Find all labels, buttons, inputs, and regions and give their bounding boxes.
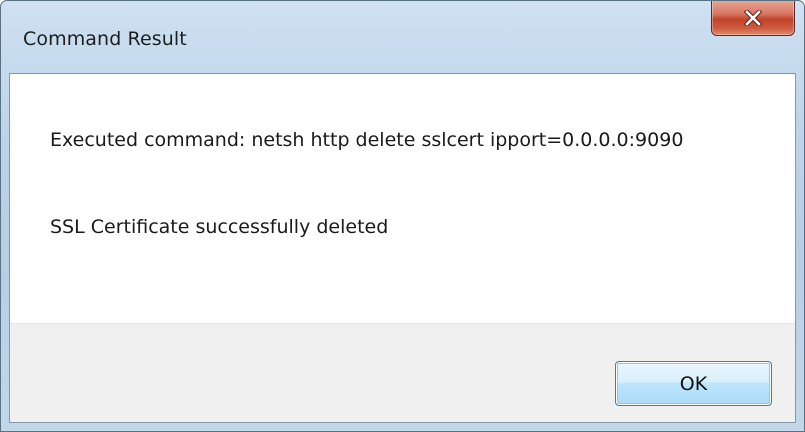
- title-bar[interactable]: Command Result: [1, 1, 804, 73]
- close-icon: [744, 9, 762, 26]
- executed-command-text: Executed command: netsh http delete sslc…: [50, 129, 684, 151]
- ok-button[interactable]: OK: [615, 361, 772, 406]
- message-area: Executed command: netsh http delete sslc…: [10, 74, 795, 323]
- button-bar: OK: [10, 323, 795, 422]
- command-result-dialog: Command Result Executed command: netsh h…: [0, 0, 805, 432]
- dialog-body: Executed command: netsh http delete sslc…: [9, 73, 796, 423]
- window-title: Command Result: [23, 28, 187, 50]
- close-button[interactable]: [711, 1, 795, 36]
- result-message-text: SSL Certificate successfully deleted: [50, 216, 389, 238]
